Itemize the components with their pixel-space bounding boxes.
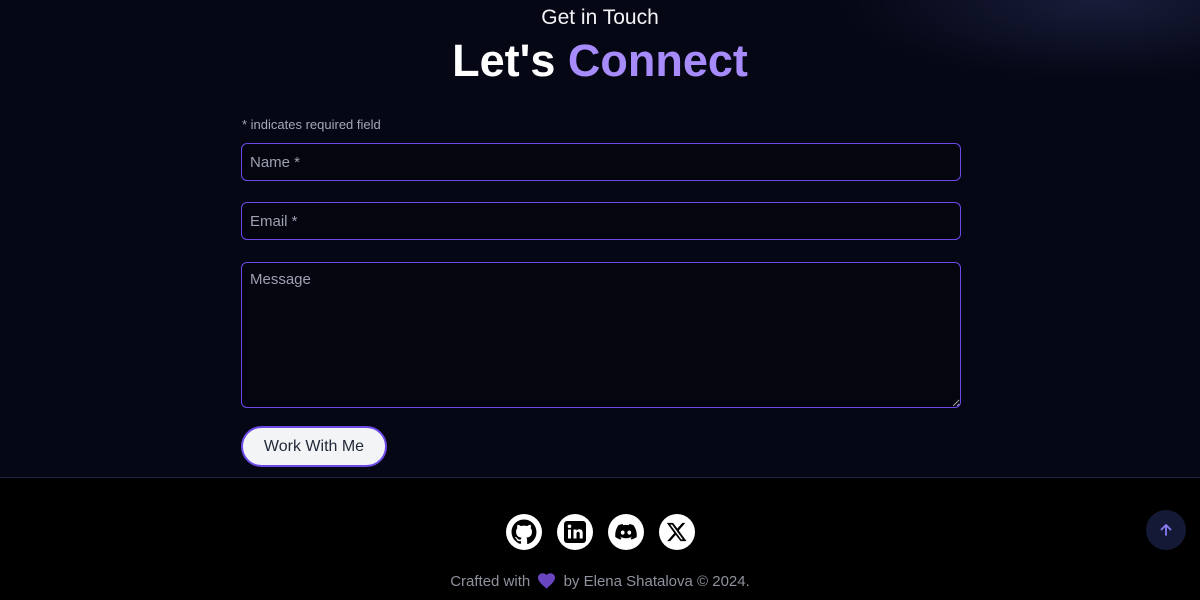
x-link[interactable] bbox=[658, 514, 695, 550]
github-link[interactable] bbox=[505, 514, 542, 550]
linkedin-icon bbox=[563, 521, 586, 543]
message-field[interactable] bbox=[241, 262, 961, 408]
discord-link[interactable] bbox=[607, 514, 644, 550]
work-with-me-button[interactable]: Work With Me bbox=[241, 426, 387, 467]
page: Get in Touch Let's Connect * indicates r… bbox=[0, 0, 1200, 600]
heart-icon bbox=[538, 573, 556, 589]
arrow-up-icon bbox=[1160, 524, 1172, 536]
required-field-note: * indicates required field bbox=[242, 117, 381, 132]
discord-icon bbox=[614, 524, 637, 540]
title-accent: Connect bbox=[567, 35, 748, 86]
name-field[interactable] bbox=[241, 143, 961, 181]
github-icon bbox=[511, 519, 536, 545]
section-eyebrow: Get in Touch bbox=[541, 6, 659, 29]
social-links bbox=[0, 514, 1200, 550]
credit-prefix: Crafted with bbox=[450, 573, 531, 590]
page-title: Let's Connect bbox=[0, 34, 1200, 88]
title-main: Let's bbox=[452, 35, 556, 86]
linkedin-link[interactable] bbox=[556, 514, 593, 550]
email-field[interactable] bbox=[241, 202, 961, 240]
credit-suffix: by Elena Shatalova © 2024. bbox=[563, 573, 750, 590]
scroll-to-top-button[interactable] bbox=[1146, 510, 1186, 550]
contact-section: Get in Touch Let's Connect * indicates r… bbox=[0, 0, 1200, 477]
x-icon bbox=[666, 522, 687, 542]
footer-credit: Crafted with by Elena Shatalova © 2024. bbox=[0, 572, 1200, 592]
footer: Crafted with by Elena Shatalova © 2024. bbox=[0, 477, 1200, 600]
